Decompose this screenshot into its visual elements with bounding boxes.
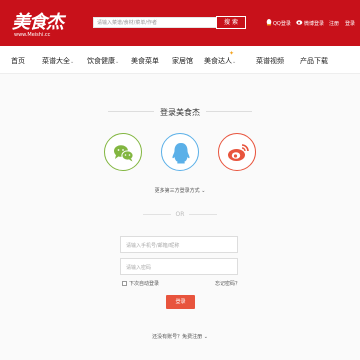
- register-link[interactable]: 还没有账号？免费注册 ⌄: [0, 333, 360, 340]
- login-button[interactable]: 登录: [166, 295, 195, 309]
- password-placeholder: 请输入密码: [126, 265, 152, 271]
- divider: [206, 111, 252, 112]
- qq-icon: [172, 143, 190, 164]
- remember-me[interactable]: 下次自动登录: [122, 280, 159, 287]
- nav-item-videos[interactable]: 菜谱视频: [256, 56, 284, 66]
- weibo-icon: [228, 144, 249, 161]
- site-header: 美食杰 www.Meishi.cc 请输入菜谱/食材/菜单/作者 搜 索 QQ登…: [0, 0, 360, 46]
- wechat-icon: [114, 145, 134, 162]
- logo-text: 美食杰: [12, 12, 64, 33]
- qq-login-button[interactable]: [161, 133, 199, 171]
- search-input[interactable]: 请输入菜谱/食材/菜单/作者: [93, 17, 217, 28]
- account-placeholder: 请输入手机号/邮箱/昵称: [126, 243, 180, 249]
- more-login-methods-link[interactable]: 更多第三方登录方式 ⌄: [0, 187, 360, 194]
- password-field[interactable]: 请输入密码: [120, 258, 238, 275]
- site-logo[interactable]: 美食杰 www.Meishi.cc: [12, 8, 68, 42]
- logo-url: www.Meishi.cc: [14, 32, 51, 38]
- register-link[interactable]: 注册: [329, 20, 339, 27]
- divider: [189, 214, 217, 215]
- nav-item-menus[interactable]: 美食菜单: [131, 56, 159, 66]
- page-title: 登录美食杰: [160, 108, 200, 117]
- nav-item-home[interactable]: 首页: [11, 56, 25, 66]
- forgot-password-link[interactable]: 忘记密码？: [215, 280, 240, 287]
- qq-login-link[interactable]: QQ登录: [273, 20, 291, 27]
- chevron-down-icon: ⌄: [115, 59, 120, 65]
- weibo-login-button[interactable]: [218, 133, 256, 171]
- nav-item-experts[interactable]: 美食达人⌄: [204, 56, 236, 66]
- hot-badge-icon: ✦: [229, 50, 235, 57]
- search-placeholder: 请输入菜谱/食材/菜单/作者: [97, 20, 158, 26]
- nav-item-download[interactable]: 产品下载: [300, 56, 328, 66]
- chevron-down-icon: ⌄: [232, 59, 237, 65]
- nav-item-home-store[interactable]: 家居馆: [172, 56, 193, 66]
- or-separator: OR: [175, 211, 185, 218]
- remember-label: 下次自动登录: [129, 281, 160, 287]
- remember-checkbox[interactable]: [122, 281, 127, 286]
- account-field[interactable]: 请输入手机号/邮箱/昵称: [120, 236, 238, 253]
- search-button[interactable]: 搜 索: [216, 16, 246, 29]
- wechat-login-button[interactable]: [104, 133, 142, 171]
- nav-item-health[interactable]: 饮食健康⌄: [87, 56, 119, 66]
- chevron-down-icon: ⌄: [70, 59, 75, 65]
- weibo-icon: [296, 19, 303, 27]
- main-nav: 首页 菜谱大全⌄ 饮食健康⌄ 美食菜单 家居馆 美食达人⌄ 菜谱视频 产品下载: [0, 46, 360, 74]
- weibo-login-link[interactable]: 微博登录: [304, 20, 324, 27]
- login-link[interactable]: 登录: [345, 20, 355, 27]
- qq-icon: [266, 19, 272, 28]
- nav-item-recipes[interactable]: 菜谱大全⌄: [42, 56, 74, 66]
